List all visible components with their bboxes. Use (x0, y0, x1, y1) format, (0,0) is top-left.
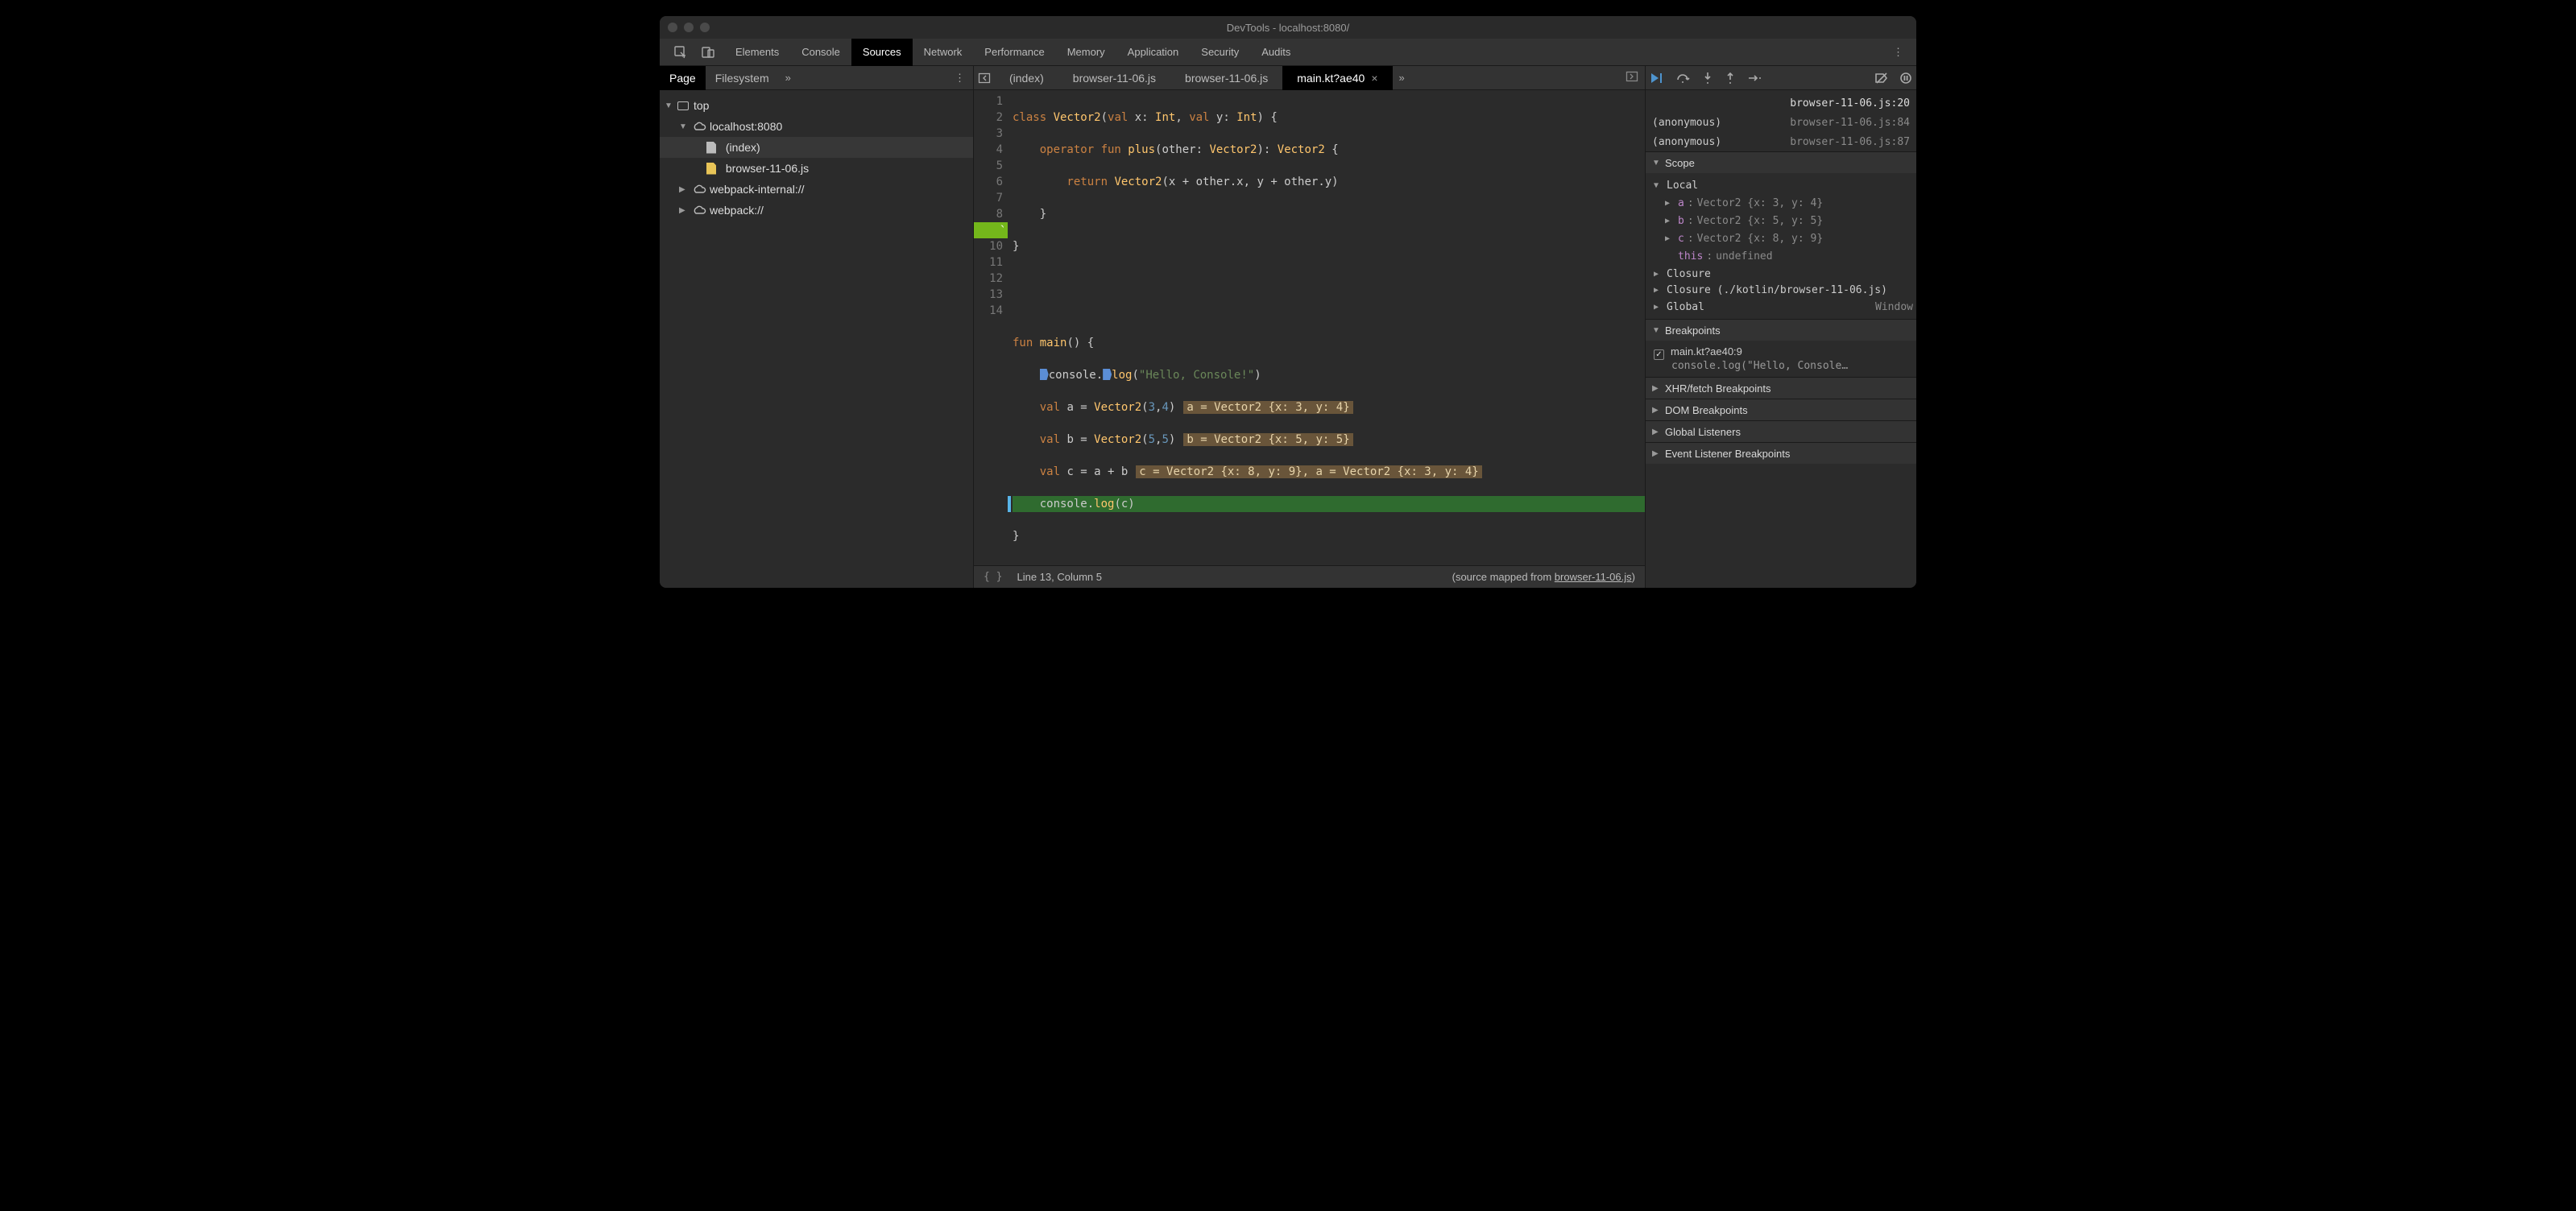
cursor-position: Line 13, Column 5 (1017, 571, 1102, 583)
xhr-breakpoints-header[interactable]: ▶XHR/fetch Breakpoints (1646, 378, 1916, 399)
inspect-element-icon[interactable] (669, 43, 692, 62)
tree-node-top[interactable]: ▼top (660, 95, 973, 116)
sidebar-tab-page[interactable]: Page (660, 66, 706, 90)
code-viewer[interactable]: 1234567891011121314 class Vector2(val x:… (974, 90, 1645, 565)
tree-node-webpack[interactable]: ▶webpack:// (660, 200, 973, 221)
editor-tab[interactable]: browser-11-06.js (1170, 66, 1282, 90)
collapse-navigator-icon[interactable] (974, 72, 995, 85)
scope-var-this[interactable]: ▶this: undefined (1654, 247, 1913, 265)
global-listeners-header[interactable]: ▶Global Listeners (1646, 421, 1916, 442)
close-tab-icon[interactable]: × (1371, 72, 1377, 85)
navigator-pane: Page Filesystem » ⋮ ▼top ▼localhost:8080… (660, 66, 974, 588)
file-icon (706, 142, 716, 154)
sidebar-tab-filesystem[interactable]: Filesystem (706, 66, 779, 90)
main-tab-network[interactable]: Network (913, 39, 974, 66)
main-tab-application[interactable]: Application (1116, 39, 1191, 66)
main-tab-audits[interactable]: Audits (1250, 39, 1302, 66)
scope-closure-module[interactable]: ▶Closure (./kotlin/browser-11-06.js) (1654, 283, 1913, 298)
more-tabs-icon[interactable]: » (779, 72, 797, 84)
file-tree: ▼top ▼localhost:8080 (index) browser-11-… (660, 90, 973, 225)
inline-value: c = Vector2 {x: 8, y: 9}, a = Vector2 {x… (1136, 465, 1481, 478)
scope-local[interactable]: ▼Local (1654, 176, 1913, 194)
resume-icon[interactable] (1650, 72, 1665, 84)
tree-node-index[interactable]: (index) (660, 137, 973, 158)
call-stack-frame[interactable]: (anonymous)browser-11-06.js:87 (1652, 132, 1910, 151)
inline-value: a = Vector2 {x: 3, y: 4} (1183, 401, 1352, 414)
tree-node-file[interactable]: browser-11-06.js (660, 158, 973, 179)
cloud-icon (692, 184, 706, 194)
more-editor-tabs-icon[interactable]: » (1393, 72, 1411, 84)
editor-tab-bar: (index)browser-11-06.jsbrowser-11-06.jsm… (974, 66, 1645, 90)
cloud-icon (692, 122, 706, 131)
js-file-icon (706, 163, 716, 175)
traffic-lights[interactable] (668, 23, 710, 32)
line-gutter[interactable]: 1234567891011121314 (974, 90, 1008, 565)
editor-pane: (index)browser-11-06.jsbrowser-11-06.jsm… (974, 66, 1646, 588)
main-tab-bar: ElementsConsoleSourcesNetworkPerformance… (660, 39, 1916, 66)
scope-var-a[interactable]: ▶a: Vector2 {x: 3, y: 4} (1654, 194, 1913, 212)
code-content[interactable]: class Vector2(val x: Int, val y: Int) { … (1008, 90, 1645, 565)
window-title: DevTools - localhost:8080/ (660, 22, 1916, 34)
breakpoints-section-header[interactable]: ▼Breakpoints (1646, 320, 1916, 341)
main-tab-console[interactable]: Console (790, 39, 851, 66)
main-tab-sources[interactable]: Sources (851, 39, 913, 66)
inline-value: b = Vector2 {x: 5, y: 5} (1183, 433, 1352, 446)
scope-section-header[interactable]: ▼Scope (1646, 152, 1916, 173)
breakpoint-checkbox[interactable]: ✓ (1654, 349, 1664, 360)
step-icon[interactable] (1747, 72, 1762, 84)
editor-tab[interactable]: (index) (995, 66, 1058, 90)
main-tab-elements[interactable]: Elements (724, 39, 790, 66)
step-out-icon[interactable] (1725, 72, 1736, 85)
editor-tab[interactable]: main.kt?ae40× (1282, 66, 1392, 90)
main-tab-performance[interactable]: Performance (973, 39, 1055, 66)
scope-global[interactable]: ▶GlobalWindow (1654, 298, 1913, 316)
editor-tab[interactable]: browser-11-06.js (1058, 66, 1170, 90)
tree-node-webpack-internal[interactable]: ▶webpack-internal:// (660, 179, 973, 200)
main-tab-security[interactable]: Security (1190, 39, 1250, 66)
show-debugger-icon[interactable] (1619, 70, 1645, 85)
editor-statusbar: { } Line 13, Column 5 (source mapped fro… (974, 565, 1645, 588)
sidebar-menu-icon[interactable]: ⋮ (946, 72, 973, 85)
step-over-icon[interactable] (1676, 72, 1691, 84)
pretty-print-icon[interactable]: { } (984, 571, 1002, 583)
more-menu-icon[interactable]: ⋮ (1885, 46, 1911, 59)
pause-exceptions-icon[interactable] (1900, 72, 1911, 84)
call-stack-frame[interactable]: browser-11-06.js:20 (1652, 93, 1910, 113)
tree-node-host[interactable]: ▼localhost:8080 (660, 116, 973, 137)
step-into-icon[interactable] (1702, 72, 1713, 85)
source-map-info: (source mapped from browser-11-06.js) (1452, 571, 1635, 583)
main-tab-memory[interactable]: Memory (1056, 39, 1116, 66)
paused-line: console.log(c) (1013, 496, 1645, 512)
dom-breakpoints-header[interactable]: ▶DOM Breakpoints (1646, 399, 1916, 420)
scope-var-b[interactable]: ▶b: Vector2 {x: 5, y: 5} (1654, 212, 1913, 229)
step-marker-icon (1103, 369, 1112, 380)
titlebar: DevTools - localhost:8080/ (660, 16, 1916, 39)
cloud-icon (692, 205, 706, 215)
devtools-window: DevTools - localhost:8080/ ElementsConso… (660, 16, 1916, 588)
device-toolbar-icon[interactable] (697, 43, 719, 62)
step-marker-icon (1040, 369, 1049, 380)
event-listener-breakpoints-header[interactable]: ▶Event Listener Breakpoints (1646, 443, 1916, 464)
scope-var-c[interactable]: ▶c: Vector2 {x: 8, y: 9} (1654, 229, 1913, 247)
call-stack-frame[interactable]: (anonymous)browser-11-06.js:84 (1652, 113, 1910, 132)
debugger-toolbar (1646, 66, 1916, 90)
call-stack: browser-11-06.js:20 (anonymous)browser-1… (1646, 90, 1916, 151)
scope-closure[interactable]: ▶Closure (1654, 265, 1913, 283)
source-map-link[interactable]: browser-11-06.js (1555, 571, 1632, 583)
debugger-pane: browser-11-06.js:20 (anonymous)browser-1… (1646, 66, 1916, 588)
deactivate-breakpoints-icon[interactable] (1874, 72, 1889, 84)
breakpoint-item[interactable]: ✓main.kt?ae40:9 console.log("Hello, Cons… (1646, 341, 1916, 377)
